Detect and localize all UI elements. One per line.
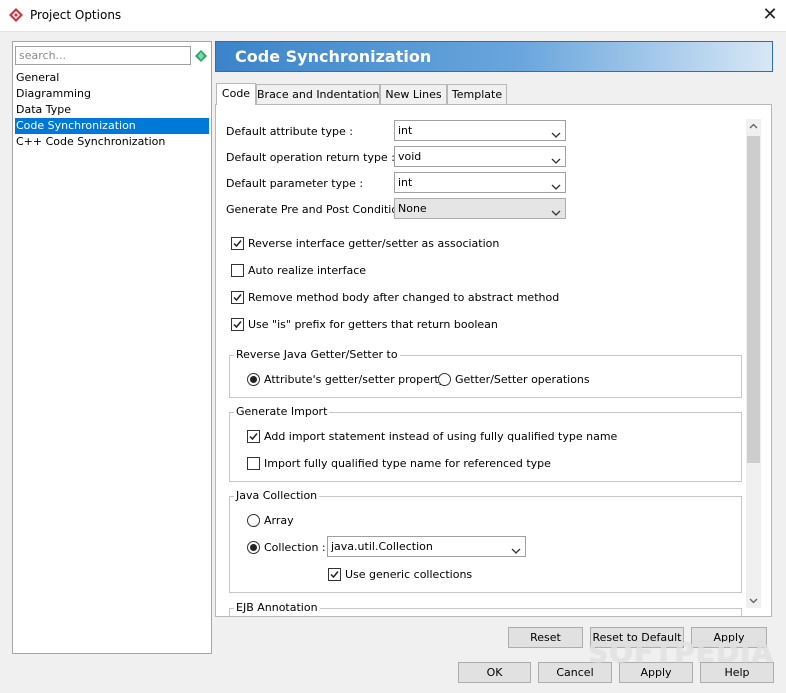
scrollbar-thumb[interactable]	[747, 136, 760, 463]
collection-radio[interactable]	[247, 541, 260, 554]
use-is-prefix-checkbox[interactable]	[231, 318, 244, 331]
use-generic-collections-label: Use generic collections	[345, 568, 473, 581]
import-fully-qualified-checkbox[interactable]	[247, 457, 260, 470]
reset-button[interactable]: Reset	[508, 627, 583, 648]
cancel-button[interactable]: Cancel	[538, 662, 612, 683]
add-import-statement-checkbox[interactable]	[247, 430, 260, 443]
options-navigation-panel: General Diagramming Data Type Code Synch…	[12, 41, 212, 654]
title-bar: Project Options ✕	[0, 0, 786, 32]
attribute-getter-setter-radio[interactable]	[247, 373, 260, 386]
reset-to-default-button[interactable]: Reset to Default	[590, 627, 684, 648]
default-operation-return-type-value: void	[398, 150, 422, 163]
collection-type-select[interactable]: java.util.Collection	[327, 536, 526, 557]
tab-new-lines[interactable]: New Lines	[380, 84, 447, 105]
import-fully-qualified-label: Import fully qualified type name for ref…	[264, 457, 551, 470]
chevron-down-icon	[551, 126, 561, 145]
java-collection-group: Java Collection Array Collection : java.…	[229, 489, 742, 593]
ok-button[interactable]: OK	[458, 662, 531, 683]
chevron-down-icon	[551, 204, 561, 223]
default-attribute-type-value: int	[398, 124, 413, 137]
reverse-java-getter-setter-group: Reverse Java Getter/Setter to Attribute'…	[229, 348, 742, 398]
radio-selected-dot	[250, 544, 257, 551]
scroll-up-arrow-icon[interactable]	[746, 119, 761, 134]
tab-template[interactable]: Template	[447, 84, 507, 105]
code-tab-content: Default attribute type : int Default ope…	[215, 104, 772, 617]
close-icon[interactable]: ✕	[756, 4, 784, 26]
checkmark-icon	[233, 321, 242, 329]
window-title: Project Options	[30, 8, 122, 22]
section-title: Code Synchronization	[235, 47, 432, 66]
generate-pre-post-condition-value: None	[398, 202, 427, 215]
generate-pre-post-condition-label: Generate Pre and Post Condition :	[226, 203, 413, 216]
generate-import-group: Generate Import Add import statement ins…	[229, 405, 742, 482]
chevron-down-icon	[551, 178, 561, 197]
ejb-annotation-group-title: EJB Annotation	[234, 601, 320, 614]
reverse-interface-checkbox[interactable]	[231, 237, 244, 250]
dialog-apply-button[interactable]: Apply	[619, 662, 693, 683]
app-logo-icon	[9, 8, 23, 25]
chevron-down-icon	[511, 542, 521, 561]
auto-realize-interface-checkbox[interactable]	[231, 264, 244, 277]
scroll-down-arrow-icon[interactable]	[746, 593, 761, 608]
default-parameter-type-value: int	[398, 176, 413, 189]
remove-method-body-checkbox[interactable]	[231, 291, 244, 304]
section-header: Code Synchronization	[215, 41, 773, 72]
gem-icon[interactable]	[195, 50, 207, 65]
getter-setter-operations-label: Getter/Setter operations	[455, 373, 590, 386]
array-label: Array	[264, 514, 294, 527]
category-item-cpp-code-synchronization[interactable]: C++ Code Synchronization	[15, 134, 209, 150]
tab-brace-and-indentation[interactable]: Brace and Indentation	[256, 84, 380, 105]
reverse-java-getter-setter-group-title: Reverse Java Getter/Setter to	[234, 348, 400, 361]
default-operation-return-type-label: Default operation return type :	[226, 151, 395, 164]
collection-label: Collection :	[264, 541, 326, 554]
add-import-statement-label: Add import statement instead of using fu…	[264, 430, 618, 443]
checkmark-icon	[330, 571, 339, 579]
category-item-diagramming[interactable]: Diagramming	[15, 86, 209, 102]
checkmark-icon	[249, 433, 258, 441]
default-attribute-type-select[interactable]: int	[394, 120, 566, 141]
reverse-interface-label: Reverse interface getter/setter as assoc…	[248, 237, 500, 250]
checkmark-icon	[233, 294, 242, 302]
getter-setter-operations-radio[interactable]	[438, 373, 451, 386]
content-scrollbar[interactable]	[746, 119, 761, 608]
attribute-getter-setter-label: Attribute's getter/setter property	[264, 373, 446, 386]
default-parameter-type-select[interactable]: int	[394, 172, 566, 193]
tab-code[interactable]: Code	[216, 83, 256, 105]
java-collection-group-title: Java Collection	[234, 489, 320, 502]
checkmark-icon	[233, 240, 242, 248]
collection-type-value: java.util.Collection	[331, 540, 433, 553]
radio-selected-dot	[250, 376, 257, 383]
options-category-list: General Diagramming Data Type Code Synch…	[15, 70, 209, 150]
chevron-down-icon	[551, 152, 561, 171]
generate-import-group-title: Generate Import	[234, 405, 330, 418]
default-attribute-type-label: Default attribute type :	[226, 125, 353, 138]
remove-method-body-label: Remove method body after changed to abst…	[248, 291, 560, 304]
default-operation-return-type-select[interactable]: void	[394, 146, 566, 167]
generate-pre-post-condition-select[interactable]: None	[394, 198, 566, 219]
default-parameter-type-label: Default parameter type :	[226, 177, 364, 190]
ejb-annotation-group: EJB Annotation	[229, 601, 742, 616]
category-item-code-synchronization[interactable]: Code Synchronization	[15, 118, 209, 134]
use-is-prefix-label: Use "is" prefix for getters that return …	[248, 318, 498, 331]
array-radio[interactable]	[247, 514, 260, 527]
category-item-general[interactable]: General	[15, 70, 209, 86]
use-generic-collections-checkbox[interactable]	[328, 568, 341, 581]
category-item-data-type[interactable]: Data Type	[15, 102, 209, 118]
panel-apply-button[interactable]: Apply	[691, 627, 767, 648]
help-button[interactable]: Help	[700, 662, 774, 683]
search-input[interactable]	[15, 46, 191, 65]
auto-realize-interface-label: Auto realize interface	[248, 264, 367, 277]
